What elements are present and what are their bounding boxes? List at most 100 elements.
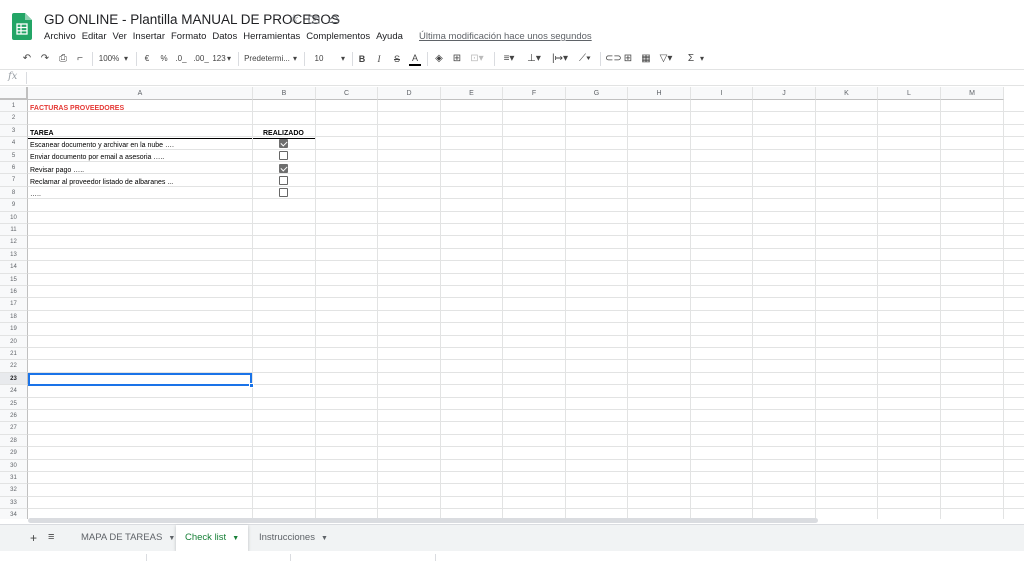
column-header-g[interactable]: G	[566, 87, 628, 100]
functions-button[interactable]: Σ	[686, 52, 696, 66]
chevron-down-icon[interactable]: ▼	[321, 535, 328, 542]
borders-icon[interactable]: ⊞	[451, 52, 463, 66]
row-header-26[interactable]: 26	[0, 410, 28, 423]
decrease-decimal-button[interactable]: .0_	[174, 52, 188, 66]
tab-instrucciones[interactable]: Instrucciones ▼	[250, 525, 337, 551]
row-header-10[interactable]: 10	[0, 211, 28, 224]
row-header-9[interactable]: 9	[0, 199, 28, 212]
filter-icon[interactable]: ▽▾	[657, 52, 675, 66]
add-sheet-icon[interactable]: +	[30, 531, 37, 545]
row-header-29[interactable]: 29	[0, 447, 28, 460]
row-header-24[interactable]: 24	[0, 385, 28, 398]
currency-button[interactable]: €	[142, 52, 152, 66]
checkbox-b4[interactable]	[279, 138, 288, 148]
chevron-down-icon[interactable]: ▾	[292, 52, 298, 66]
zoom-select[interactable]: 100%	[98, 52, 120, 66]
chart-icon[interactable]: ▦	[640, 52, 652, 66]
increase-decimal-button[interactable]: .00_	[192, 52, 210, 66]
font-size-select[interactable]: 10	[312, 52, 326, 66]
column-header-b[interactable]: B	[253, 87, 316, 100]
sheet-grid[interactable]: A B C D E F G H I J K L M 1 2 3 4 5 6 7 8 9 10 11 12 13 14 15 16 17 18…	[0, 87, 1024, 519]
row-header-5[interactable]: 5	[0, 149, 28, 162]
text-color-button[interactable]: A	[409, 52, 421, 66]
all-sheets-icon[interactable]: ≡	[48, 531, 54, 543]
row-header-18[interactable]: 18	[0, 310, 28, 324]
cell-a4[interactable]: Escanear documento y archivar en la nube…	[30, 140, 174, 152]
comment-icon[interactable]: ⊞	[622, 52, 634, 66]
column-header-a[interactable]: A	[28, 87, 253, 100]
row-header-6[interactable]: 6	[0, 162, 28, 175]
fill-handle[interactable]	[249, 383, 254, 388]
row-header-27[interactable]: 27	[0, 422, 28, 435]
merge-cells-icon[interactable]: ⊡▾	[468, 52, 486, 66]
last-edit-link[interactable]: Última modificación hace unos segundos	[419, 31, 592, 42]
row-header-3[interactable]: 3	[0, 124, 28, 138]
redo-icon[interactable]: ↷	[38, 52, 52, 66]
checkbox-b6[interactable]	[279, 163, 288, 173]
cell-a8[interactable]: …..	[30, 189, 41, 201]
print-icon[interactable]: ⎙	[56, 52, 70, 66]
align-vertical-icon[interactable]: ⊥▾	[524, 52, 544, 66]
menu-insertar[interactable]: Insertar	[133, 31, 170, 42]
row-header-4[interactable]: 4	[0, 137, 28, 150]
text-wrap-icon[interactable]: |↦▾	[550, 52, 570, 66]
column-header-j[interactable]: J	[753, 87, 816, 100]
more-formats-button[interactable]: 123	[211, 52, 227, 66]
row-header-34[interactable]: 34	[0, 509, 28, 519]
row-header-7[interactable]: 7	[0, 174, 28, 187]
column-header-l[interactable]: L	[878, 87, 941, 100]
column-header-k[interactable]: K	[816, 87, 878, 100]
cell-a6[interactable]: Revisar pago …..	[30, 165, 84, 177]
row-header-13[interactable]: 13	[0, 248, 28, 262]
chevron-down-icon[interactable]: ▾	[698, 52, 706, 66]
column-header-i[interactable]: I	[691, 87, 753, 100]
tab-check-list[interactable]: Check list ▼	[176, 525, 249, 551]
column-header-d[interactable]: D	[378, 87, 441, 100]
checkbox-b7[interactable]	[279, 175, 288, 185]
column-header-f[interactable]: F	[503, 87, 566, 100]
row-header-33[interactable]: 33	[0, 496, 28, 510]
row-header-21[interactable]: 21	[0, 348, 28, 361]
chevron-down-icon[interactable]: ▾	[122, 52, 130, 66]
chevron-down-icon[interactable]: ▼	[168, 535, 175, 542]
chevron-down-icon[interactable]: ▼	[232, 535, 239, 542]
row-header-8[interactable]: 8	[0, 186, 28, 200]
strikethrough-button[interactable]: S	[392, 52, 402, 66]
fill-color-icon[interactable]: ◈	[433, 52, 445, 66]
text-rotate-icon[interactable]: ⟋▾	[575, 52, 595, 66]
row-header-1[interactable]: 1	[0, 100, 28, 113]
menu-ver[interactable]: Ver	[113, 31, 132, 42]
row-header-20[interactable]: 20	[0, 335, 28, 348]
row-header-25[interactable]: 25	[0, 397, 28, 410]
row-header-17[interactable]: 17	[0, 298, 28, 311]
menu-editar[interactable]: Editar	[82, 31, 112, 42]
horizontal-scrollbar[interactable]	[28, 518, 818, 523]
menu-datos[interactable]: Datos	[212, 31, 242, 42]
row-header-14[interactable]: 14	[0, 261, 28, 274]
row-header-32[interactable]: 32	[0, 484, 28, 497]
row-header-15[interactable]: 15	[0, 273, 28, 286]
star-icon[interactable]: ☆	[288, 13, 300, 25]
percent-button[interactable]: %	[158, 52, 170, 66]
menu-ayuda[interactable]: Ayuda	[376, 31, 408, 42]
select-all-corner[interactable]	[0, 87, 28, 100]
font-select[interactable]: Predetermi...	[244, 52, 290, 66]
cell-a5[interactable]: Enviar documento por email a asesoria ….…	[30, 152, 164, 164]
column-header-e[interactable]: E	[441, 87, 503, 100]
row-header-11[interactable]: 11	[0, 224, 28, 237]
menu-formato[interactable]: Formato	[171, 31, 211, 42]
row-header-12[interactable]: 12	[0, 236, 28, 249]
row-header-28[interactable]: 28	[0, 434, 28, 448]
menu-archivo[interactable]: Archivo	[44, 31, 81, 42]
checkbox-b8[interactable]	[279, 188, 288, 198]
row-header-2[interactable]: 2	[0, 112, 28, 125]
tab-mapa-de-tareas[interactable]: MAPA DE TAREAS ▼	[72, 525, 184, 551]
selected-cell-a23[interactable]	[28, 373, 252, 386]
column-header-c[interactable]: C	[316, 87, 378, 100]
align-horizontal-icon[interactable]: ≡▾	[500, 52, 518, 66]
checkbox-b5[interactable]	[279, 151, 288, 161]
paint-format-icon[interactable]: ⌐	[74, 52, 86, 66]
cloud-icon[interactable]	[328, 13, 340, 25]
link-icon[interactable]: ⊂⊃	[605, 52, 622, 66]
row-header-31[interactable]: 31	[0, 472, 28, 485]
